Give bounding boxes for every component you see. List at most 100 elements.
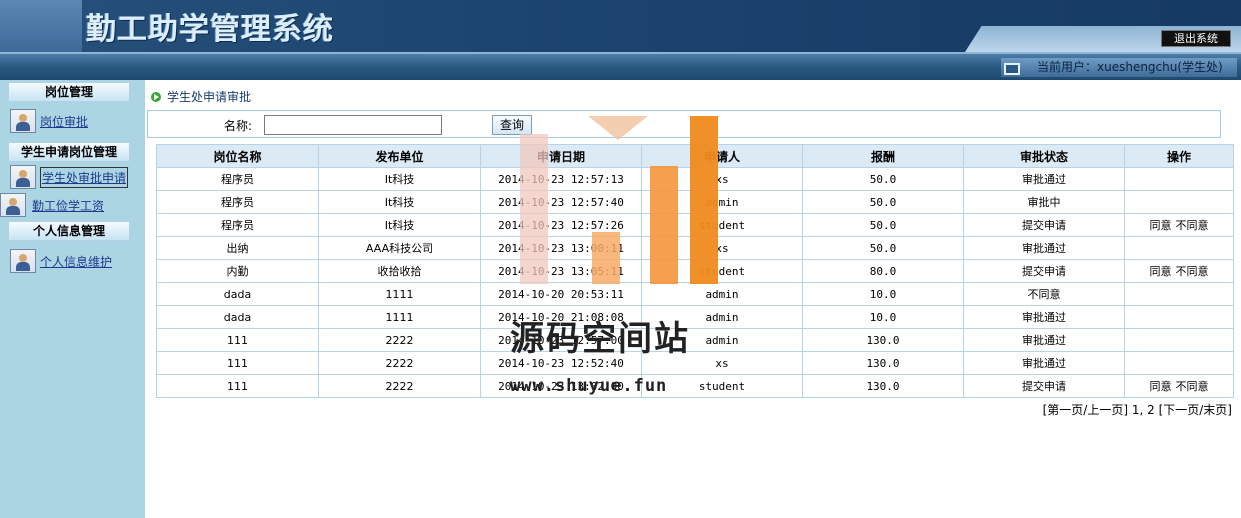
sidebar-item-student-approval[interactable]: 学生处审批申请 xyxy=(10,165,129,189)
sidebar-item-label[interactable]: 个人信息维护 xyxy=(40,253,112,270)
sidebar-item-label[interactable]: 勤工俭学工资 xyxy=(32,197,104,214)
cell-post-name: 出纳 xyxy=(156,236,319,260)
reject-link[interactable]: 不同意 xyxy=(1176,265,1209,278)
col-date[interactable]: 申请日期 xyxy=(480,144,642,168)
logout-button[interactable]: 退出系统 xyxy=(1161,30,1231,47)
cell-pay: 50.0 xyxy=(802,190,964,214)
cell-actions xyxy=(1124,282,1234,306)
cell-status: 审批通过 xyxy=(963,167,1125,191)
header-left-band xyxy=(0,0,82,52)
cell-applicant: student xyxy=(641,213,803,237)
pagination: [第一页/上一页] 1, 2 [下一页/末页] xyxy=(1043,401,1232,418)
cell-pay: 50.0 xyxy=(802,213,964,237)
cell-status: 提交申请 xyxy=(963,374,1125,398)
cell-pay: 10.0 xyxy=(802,282,964,306)
breadcrumb: 学生处申请审批 xyxy=(151,88,251,105)
cell-unit: 收拾收拾 xyxy=(318,259,481,283)
sidebar-group-personal-info[interactable]: 个人信息管理 xyxy=(8,221,130,241)
cell-date: 2014-10-23 13:02:00 xyxy=(480,374,642,398)
cell-date: 2014-10-23 13:05:11 xyxy=(480,259,642,283)
search-panel: 名称: 查询 xyxy=(147,110,1221,138)
cell-date: 2014-10-23 12:57:40 xyxy=(480,190,642,214)
user-icon xyxy=(10,249,36,273)
cell-date: 2014-10-23 12:52:40 xyxy=(480,351,642,375)
cell-applicant: student xyxy=(641,374,803,398)
cell-unit: 2222 xyxy=(318,328,481,352)
main-content: 学生处申请审批 名称: 查询 岗位名称 发布单位 申请日期 申请人 报酬 审批状… xyxy=(145,80,1241,518)
col-applicant[interactable]: 申请人 xyxy=(641,144,803,168)
cell-applicant: admin xyxy=(641,282,803,306)
cell-date: 2014-10-23 13:00:11 xyxy=(480,236,642,260)
table-row: 程序员 It科技 2014-10-23 12:57:26 student 50.0 提交申… xyxy=(156,213,1234,237)
first-prev-link[interactable]: [第一页/上一页] xyxy=(1043,403,1128,417)
page-numbers[interactable]: 1, 2 xyxy=(1132,403,1155,417)
user-icon xyxy=(0,193,26,217)
table-row: 程序员 It科技 2014-10-23 12:57:13 xs 50.0 审批通过 xyxy=(156,167,1234,191)
col-post-name[interactable]: 岗位名称 xyxy=(156,144,319,168)
name-search-input[interactable] xyxy=(264,115,442,135)
cell-applicant: admin xyxy=(641,328,803,352)
sidebar-item-label[interactable]: 学生处审批申请 xyxy=(40,166,129,188)
cell-pay: 130.0 xyxy=(802,374,964,398)
sidebar-group-student-application[interactable]: 学生申请岗位管理 xyxy=(8,142,130,162)
table-header-row: 岗位名称 发布单位 申请日期 申请人 报酬 审批状态 操作 xyxy=(156,144,1234,168)
user-icon xyxy=(10,109,36,133)
cell-actions xyxy=(1124,190,1234,214)
computer-icon xyxy=(1004,63,1020,75)
cell-date: 2014-10-23 12:57:13 xyxy=(480,167,642,191)
next-last-link[interactable]: [下一页/末页] xyxy=(1159,403,1232,417)
reject-link[interactable]: 不同意 xyxy=(1176,219,1209,232)
cell-actions: 同意 不同意 xyxy=(1124,259,1234,283)
cell-date: 2014-10-23 12:57:26 xyxy=(480,213,642,237)
cell-actions: 同意 不同意 xyxy=(1124,374,1234,398)
cell-status: 审批通过 xyxy=(963,305,1125,329)
cell-unit: 1111 xyxy=(318,282,481,306)
cell-actions xyxy=(1124,328,1234,352)
application-table: 岗位名称 发布单位 申请日期 申请人 报酬 审批状态 操作 程序员 It科技 201… xyxy=(156,144,1234,398)
cell-pay: 130.0 xyxy=(802,351,964,375)
app-header: 勤工助学管理系统 退出系统 xyxy=(0,0,1241,52)
sidebar-item-post-approval[interactable]: 岗位审批 xyxy=(10,109,88,133)
sidebar-group-post-management[interactable]: 岗位管理 xyxy=(8,82,130,102)
col-status[interactable]: 审批状态 xyxy=(963,144,1125,168)
cell-date: 2014-10-23 12:57:00 xyxy=(480,328,642,352)
cell-applicant: student xyxy=(641,259,803,283)
cell-post-name: 程序员 xyxy=(156,167,319,191)
table-row: 程序员 It科技 2014-10-23 12:57:40 admin 50.0 审批中 xyxy=(156,190,1234,214)
cell-pay: 130.0 xyxy=(802,328,964,352)
cell-post-name: 程序员 xyxy=(156,190,319,214)
query-button[interactable]: 查询 xyxy=(492,115,532,135)
reject-link[interactable]: 不同意 xyxy=(1176,380,1209,393)
col-unit[interactable]: 发布单位 xyxy=(318,144,481,168)
cell-date: 2014-10-20 21:08:08 xyxy=(480,305,642,329)
approve-link[interactable]: 同意 xyxy=(1150,219,1172,232)
cell-unit: 2222 xyxy=(318,351,481,375)
cell-status: 提交申请 xyxy=(963,259,1125,283)
cell-applicant: xs xyxy=(641,236,803,260)
sidebar-item-label[interactable]: 岗位审批 xyxy=(40,113,88,130)
breadcrumb-text: 学生处申请审批 xyxy=(167,90,252,104)
col-actions[interactable]: 操作 xyxy=(1124,144,1234,168)
approve-link[interactable]: 同意 xyxy=(1150,380,1172,393)
table-row: 111 2222 2014-10-23 12:52:40 xs 130.0 审批通过 xyxy=(156,351,1234,375)
sidebar-item-wages[interactable]: 勤工俭学工资 xyxy=(0,193,104,217)
table-row: dada 1111 2014-10-20 21:08:08 admin 10.0 审批通过 xyxy=(156,305,1234,329)
cell-status: 审批通过 xyxy=(963,236,1125,260)
sidebar-item-personal-info[interactable]: 个人信息维护 xyxy=(10,249,112,273)
cell-date: 2014-10-20 20:53:11 xyxy=(480,282,642,306)
cell-post-name: dada xyxy=(156,282,319,306)
table-row: 出纳 AAA科技公司 2014-10-23 13:00:11 xs 50.0 审批通过 xyxy=(156,236,1234,260)
approve-link[interactable]: 同意 xyxy=(1150,265,1172,278)
col-pay[interactable]: 报酬 xyxy=(802,144,964,168)
cell-actions: 同意 不同意 xyxy=(1124,213,1234,237)
cell-applicant: admin xyxy=(641,190,803,214)
user-info-bar: 当前用户：xueshengchu(学生处) xyxy=(0,52,1241,80)
cell-pay: 50.0 xyxy=(802,167,964,191)
table-row: 111 2222 2014-10-23 12:57:00 admin 130.0 审批通过 xyxy=(156,328,1234,352)
cell-actions xyxy=(1124,167,1234,191)
arrow-bullet-icon xyxy=(151,91,161,102)
cell-pay: 10.0 xyxy=(802,305,964,329)
cell-status: 审批通过 xyxy=(963,351,1125,375)
cell-status: 审批中 xyxy=(963,190,1125,214)
cell-unit: It科技 xyxy=(318,213,481,237)
